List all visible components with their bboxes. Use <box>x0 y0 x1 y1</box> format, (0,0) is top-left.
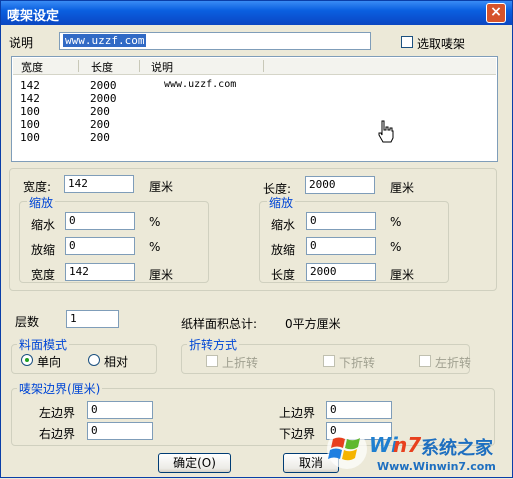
row-length: 2000 <box>90 79 117 92</box>
margin-left-input[interactable]: 0 <box>87 401 153 419</box>
layers-input[interactable]: 1 <box>66 310 119 328</box>
fold-up-label: 上折转 <box>222 356 259 370</box>
close-button[interactable]: × <box>486 3 506 23</box>
title-bar[interactable]: 唛架设定 × <box>1 1 512 25</box>
right-shrink-unit: % <box>390 215 402 229</box>
left-scale-label: 放缩 <box>31 243 56 257</box>
right-scale-label: 放缩 <box>271 243 296 257</box>
window-title: 唛架设定 <box>7 9 60 24</box>
watermark-url: Www.Winwin7.com <box>377 460 496 473</box>
row-length: 2000 <box>90 92 117 105</box>
fabric-mode-one-label: 单向 <box>37 355 62 369</box>
right-shrink-label: 缩水 <box>271 218 296 232</box>
row-width: 100 <box>20 118 40 131</box>
fold-up-checkbox[interactable] <box>206 355 218 367</box>
right-scale-input[interactable]: 0 <box>306 237 376 255</box>
right-result-label: 长度 <box>271 268 296 282</box>
margin-top-input[interactable]: 0 <box>326 401 392 419</box>
margin-left-label: 左边界 <box>39 406 76 420</box>
fabric-mode-title: 料面模式 <box>17 336 70 353</box>
right-shrink-input[interactable]: 0 <box>306 212 376 230</box>
left-scale-title: 缩放 <box>27 194 56 211</box>
col-divider[interactable] <box>78 60 79 72</box>
row-length: 200 <box>90 105 110 118</box>
layers-label: 层数 <box>15 315 40 329</box>
left-result-label: 宽度 <box>31 268 56 282</box>
table-row[interactable]: 142 2000 <box>12 92 492 105</box>
right-scale-unit: % <box>390 240 402 254</box>
watermark-brand-b: n7 <box>393 433 422 457</box>
width-unit: 厘米 <box>149 180 174 194</box>
hand-cursor-icon <box>378 120 394 143</box>
margins-title: 唛架边界(厘米) <box>17 380 103 397</box>
marker-list[interactable]: 宽度 长度 说明 142 2000 www.uzzf.com 142 2000 … <box>11 56 498 162</box>
row-width: 100 <box>20 131 40 144</box>
margin-top-label: 上边界 <box>279 406 316 420</box>
table-row[interactable]: 142 2000 www.uzzf.com <box>12 79 492 92</box>
area-total-value: 0平方厘米 <box>285 317 341 331</box>
row-length: 200 <box>90 118 110 131</box>
table-row[interactable]: 100 200 <box>12 131 492 144</box>
left-result-unit: 厘米 <box>149 268 174 282</box>
row-width: 142 <box>20 79 40 92</box>
ok-button[interactable]: 确定(O) <box>158 453 231 473</box>
margin-bottom-label: 下边界 <box>279 427 316 441</box>
watermark: Wi n7 系统之家 Www.Winwin7.com <box>323 419 513 479</box>
margin-right-input[interactable]: 0 <box>87 422 153 440</box>
fold-left-checkbox[interactable] <box>419 355 431 367</box>
desc-input[interactable]: www.uzzf.com <box>59 32 371 50</box>
select-marker-label: 选取唛架 <box>417 37 466 51</box>
row-note: www.uzzf.com <box>164 79 237 90</box>
row-width: 142 <box>20 92 40 105</box>
row-width: 100 <box>20 105 40 118</box>
left-scale-unit: % <box>149 240 161 254</box>
table-row[interactable]: 100 200 <box>12 105 492 118</box>
length-unit: 厘米 <box>390 181 415 195</box>
select-marker-checkbox[interactable] <box>401 36 413 48</box>
list-header: 宽度 长度 说明 <box>13 58 496 75</box>
col-divider[interactable] <box>263 60 264 72</box>
fold-down-label: 下折转 <box>339 356 376 370</box>
width-input[interactable]: 142 <box>64 175 134 193</box>
col-divider[interactable] <box>139 60 140 72</box>
fold-mode-title: 折转方式 <box>187 336 240 353</box>
left-shrink-label: 缩水 <box>31 218 56 232</box>
left-scale-input[interactable]: 0 <box>65 237 135 255</box>
right-result-input[interactable]: 2000 <box>306 263 376 281</box>
table-row[interactable]: 100 200 <box>12 118 492 131</box>
windows-logo-icon <box>327 429 367 469</box>
width-label: 宽度: <box>23 180 52 194</box>
fabric-mode-two-label: 相对 <box>104 355 129 369</box>
left-shrink-input[interactable]: 0 <box>65 212 135 230</box>
watermark-brand-c: 系统之家 <box>421 438 493 459</box>
right-scale-title: 缩放 <box>267 194 296 211</box>
fabric-mode-two-radio[interactable] <box>88 354 100 366</box>
area-total-label: 纸样面积总计: <box>181 317 258 331</box>
fold-left-label: 左折转 <box>435 356 472 370</box>
length-input[interactable]: 2000 <box>305 176 375 194</box>
radio-selected-dot <box>25 358 29 362</box>
fabric-mode-one-radio[interactable] <box>21 354 33 366</box>
fold-down-checkbox[interactable] <box>323 355 335 367</box>
desc-input-value: www.uzzf.com <box>63 34 147 47</box>
left-result-input[interactable]: 142 <box>65 263 135 281</box>
col-note-header[interactable]: 说明 <box>151 59 173 75</box>
row-length: 200 <box>90 131 110 144</box>
col-width-header[interactable]: 宽度 <box>21 59 43 75</box>
dialog-window: 唛架设定 × 说明 www.uzzf.com 选取唛架 宽度 长度 说明 142… <box>0 0 513 478</box>
left-shrink-unit: % <box>149 215 161 229</box>
desc-label: 说明 <box>9 36 34 50</box>
right-result-unit: 厘米 <box>390 268 415 282</box>
margin-right-label: 右边界 <box>39 427 76 441</box>
col-length-header[interactable]: 长度 <box>91 59 113 75</box>
